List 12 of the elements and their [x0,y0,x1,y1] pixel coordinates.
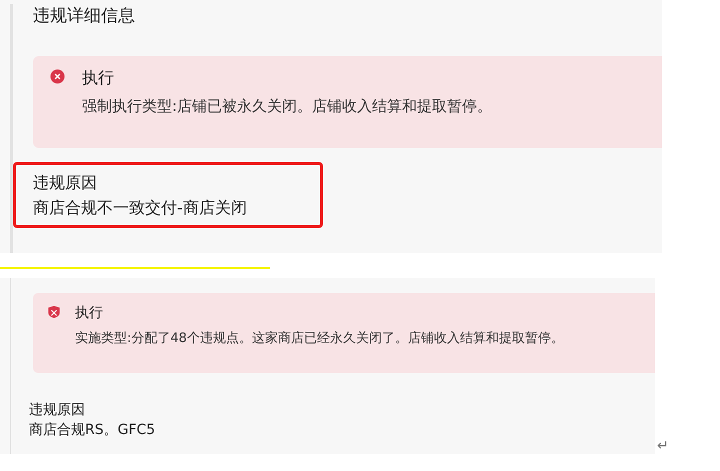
reason-label: 违规原因 [33,172,98,194]
alert-title: 执行 [75,304,104,323]
alert-message: 强制执行类型:店铺已被永久关闭。店铺收入结算和提取暂停。 [82,96,492,117]
paragraph-mark: ↵ [657,437,669,456]
alert-title: 执行 [82,67,115,89]
section-title: 违规详细信息 [33,5,136,28]
error-icon [50,69,65,84]
reason-label: 违规原因 [29,401,86,420]
reason-value: 商店合规不一致交付-商店关闭 [33,197,248,219]
shield-icon [47,305,61,319]
reason-value: 商店合规RS。GFC5 [29,421,156,440]
alert-message: 实施类型:分配了48个违规点。这家商店已经永久关闭了。店铺收入结算和提取暂停。 [75,330,564,348]
